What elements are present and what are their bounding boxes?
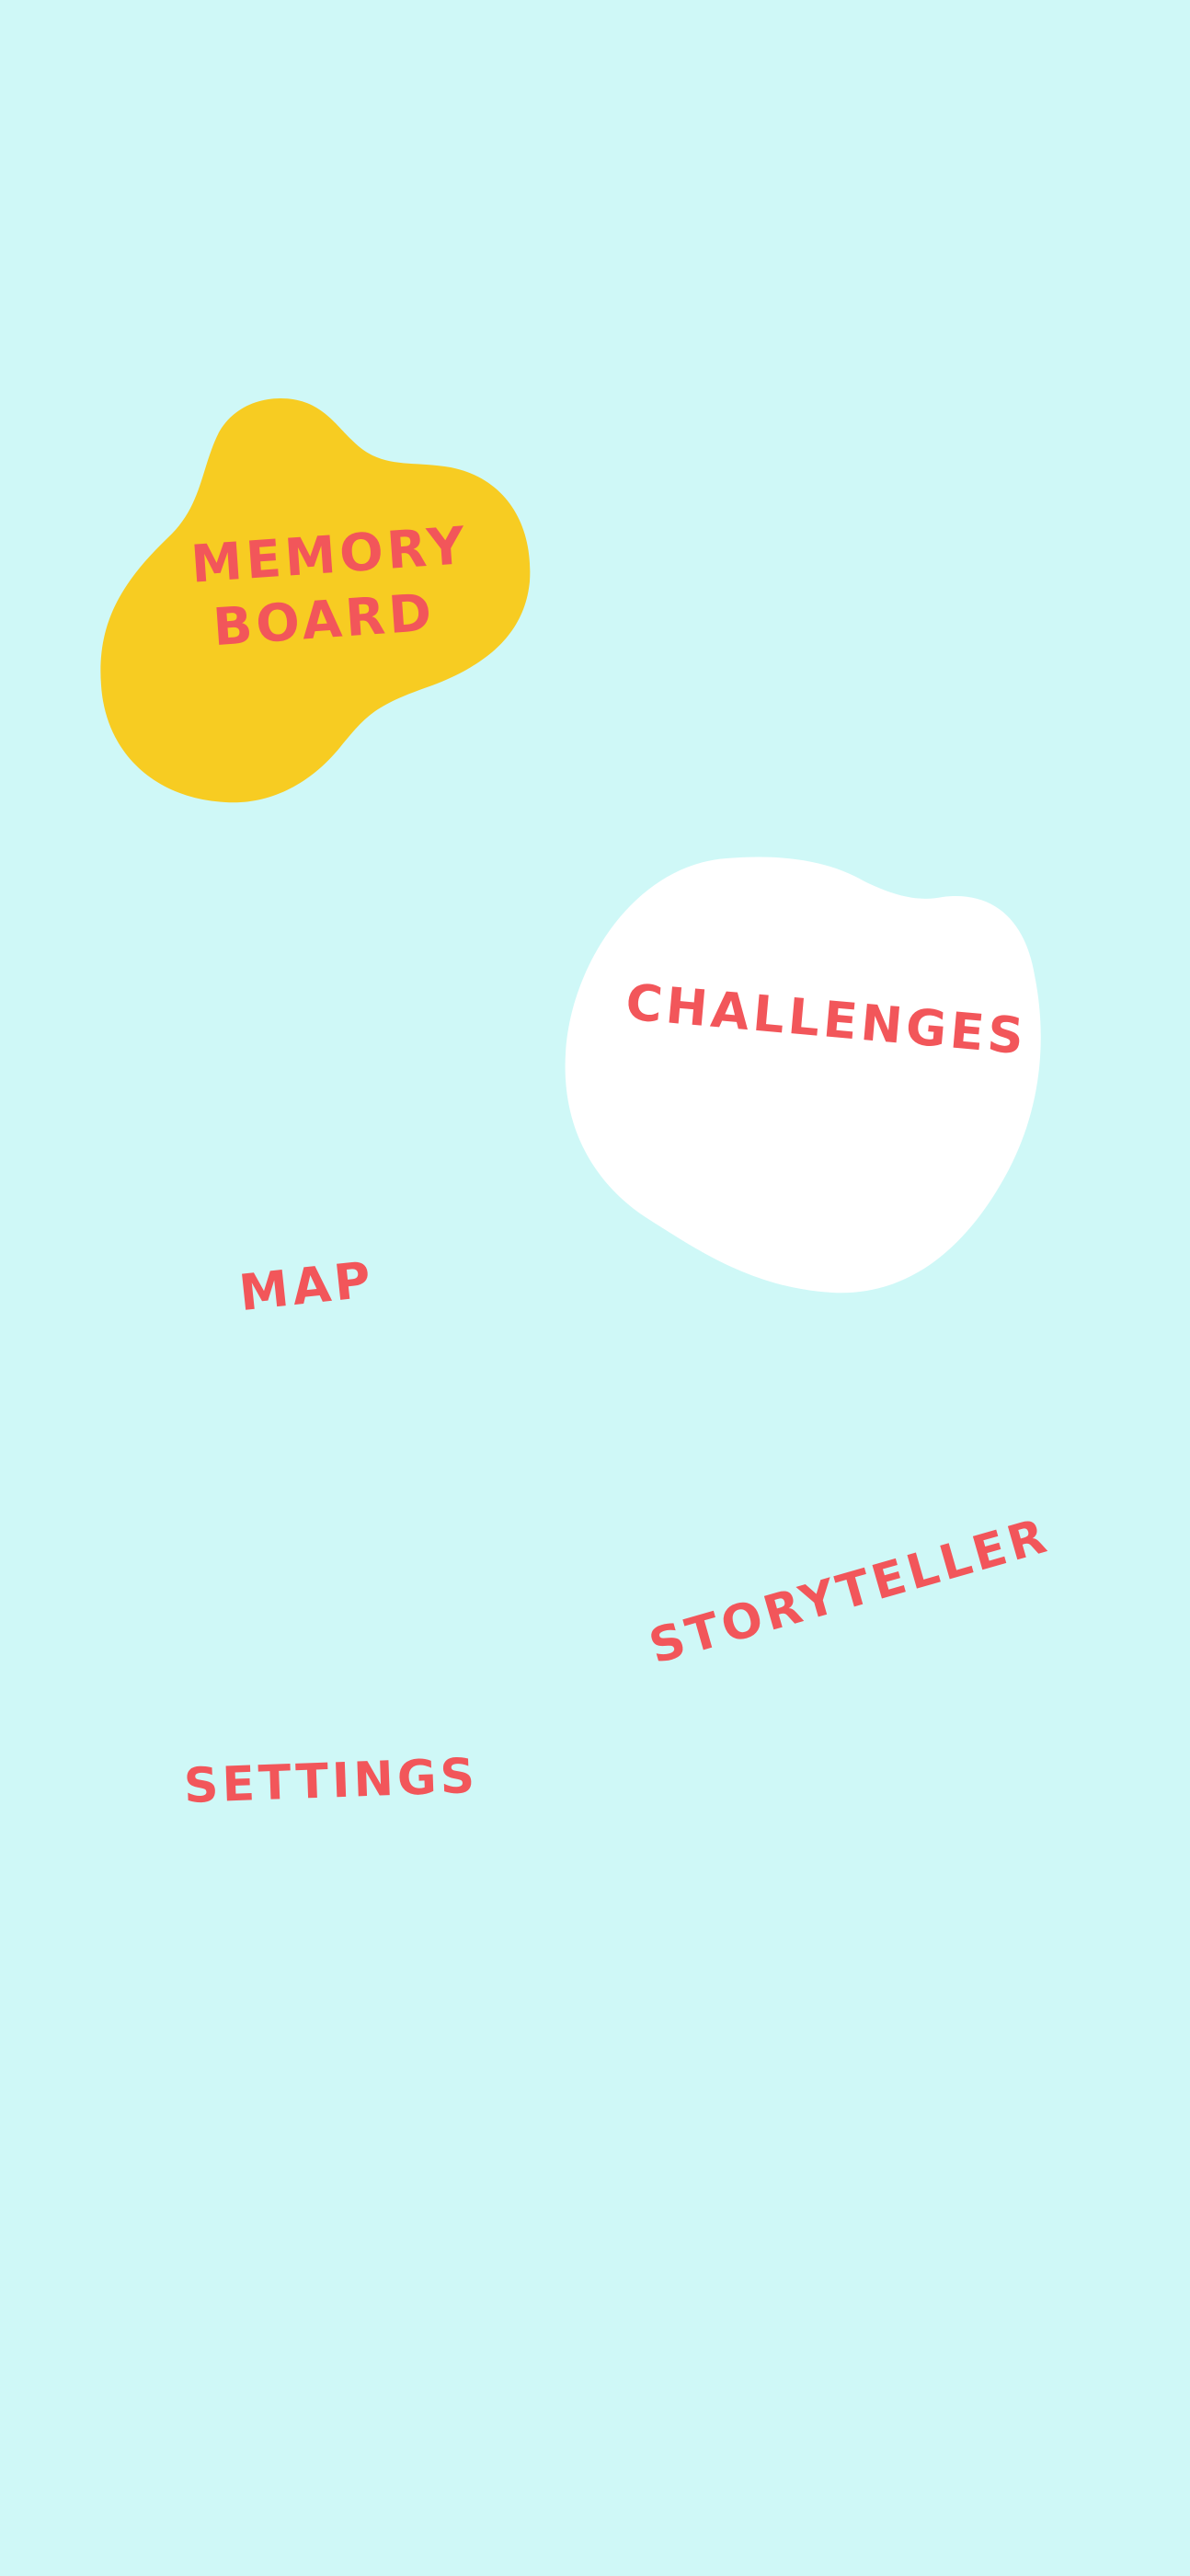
settings-button[interactable]: SETTINGS (183, 1748, 479, 1817)
memory-board-blob[interactable] (0, 0, 1190, 2576)
home-screen: MEMORY BOARD CHALLENGES MAP STORYTELLER … (0, 0, 1190, 2576)
challenges-blob-shape[interactable] (565, 857, 1041, 1294)
memory-board-button[interactable]: MEMORY BOARD (189, 515, 471, 661)
